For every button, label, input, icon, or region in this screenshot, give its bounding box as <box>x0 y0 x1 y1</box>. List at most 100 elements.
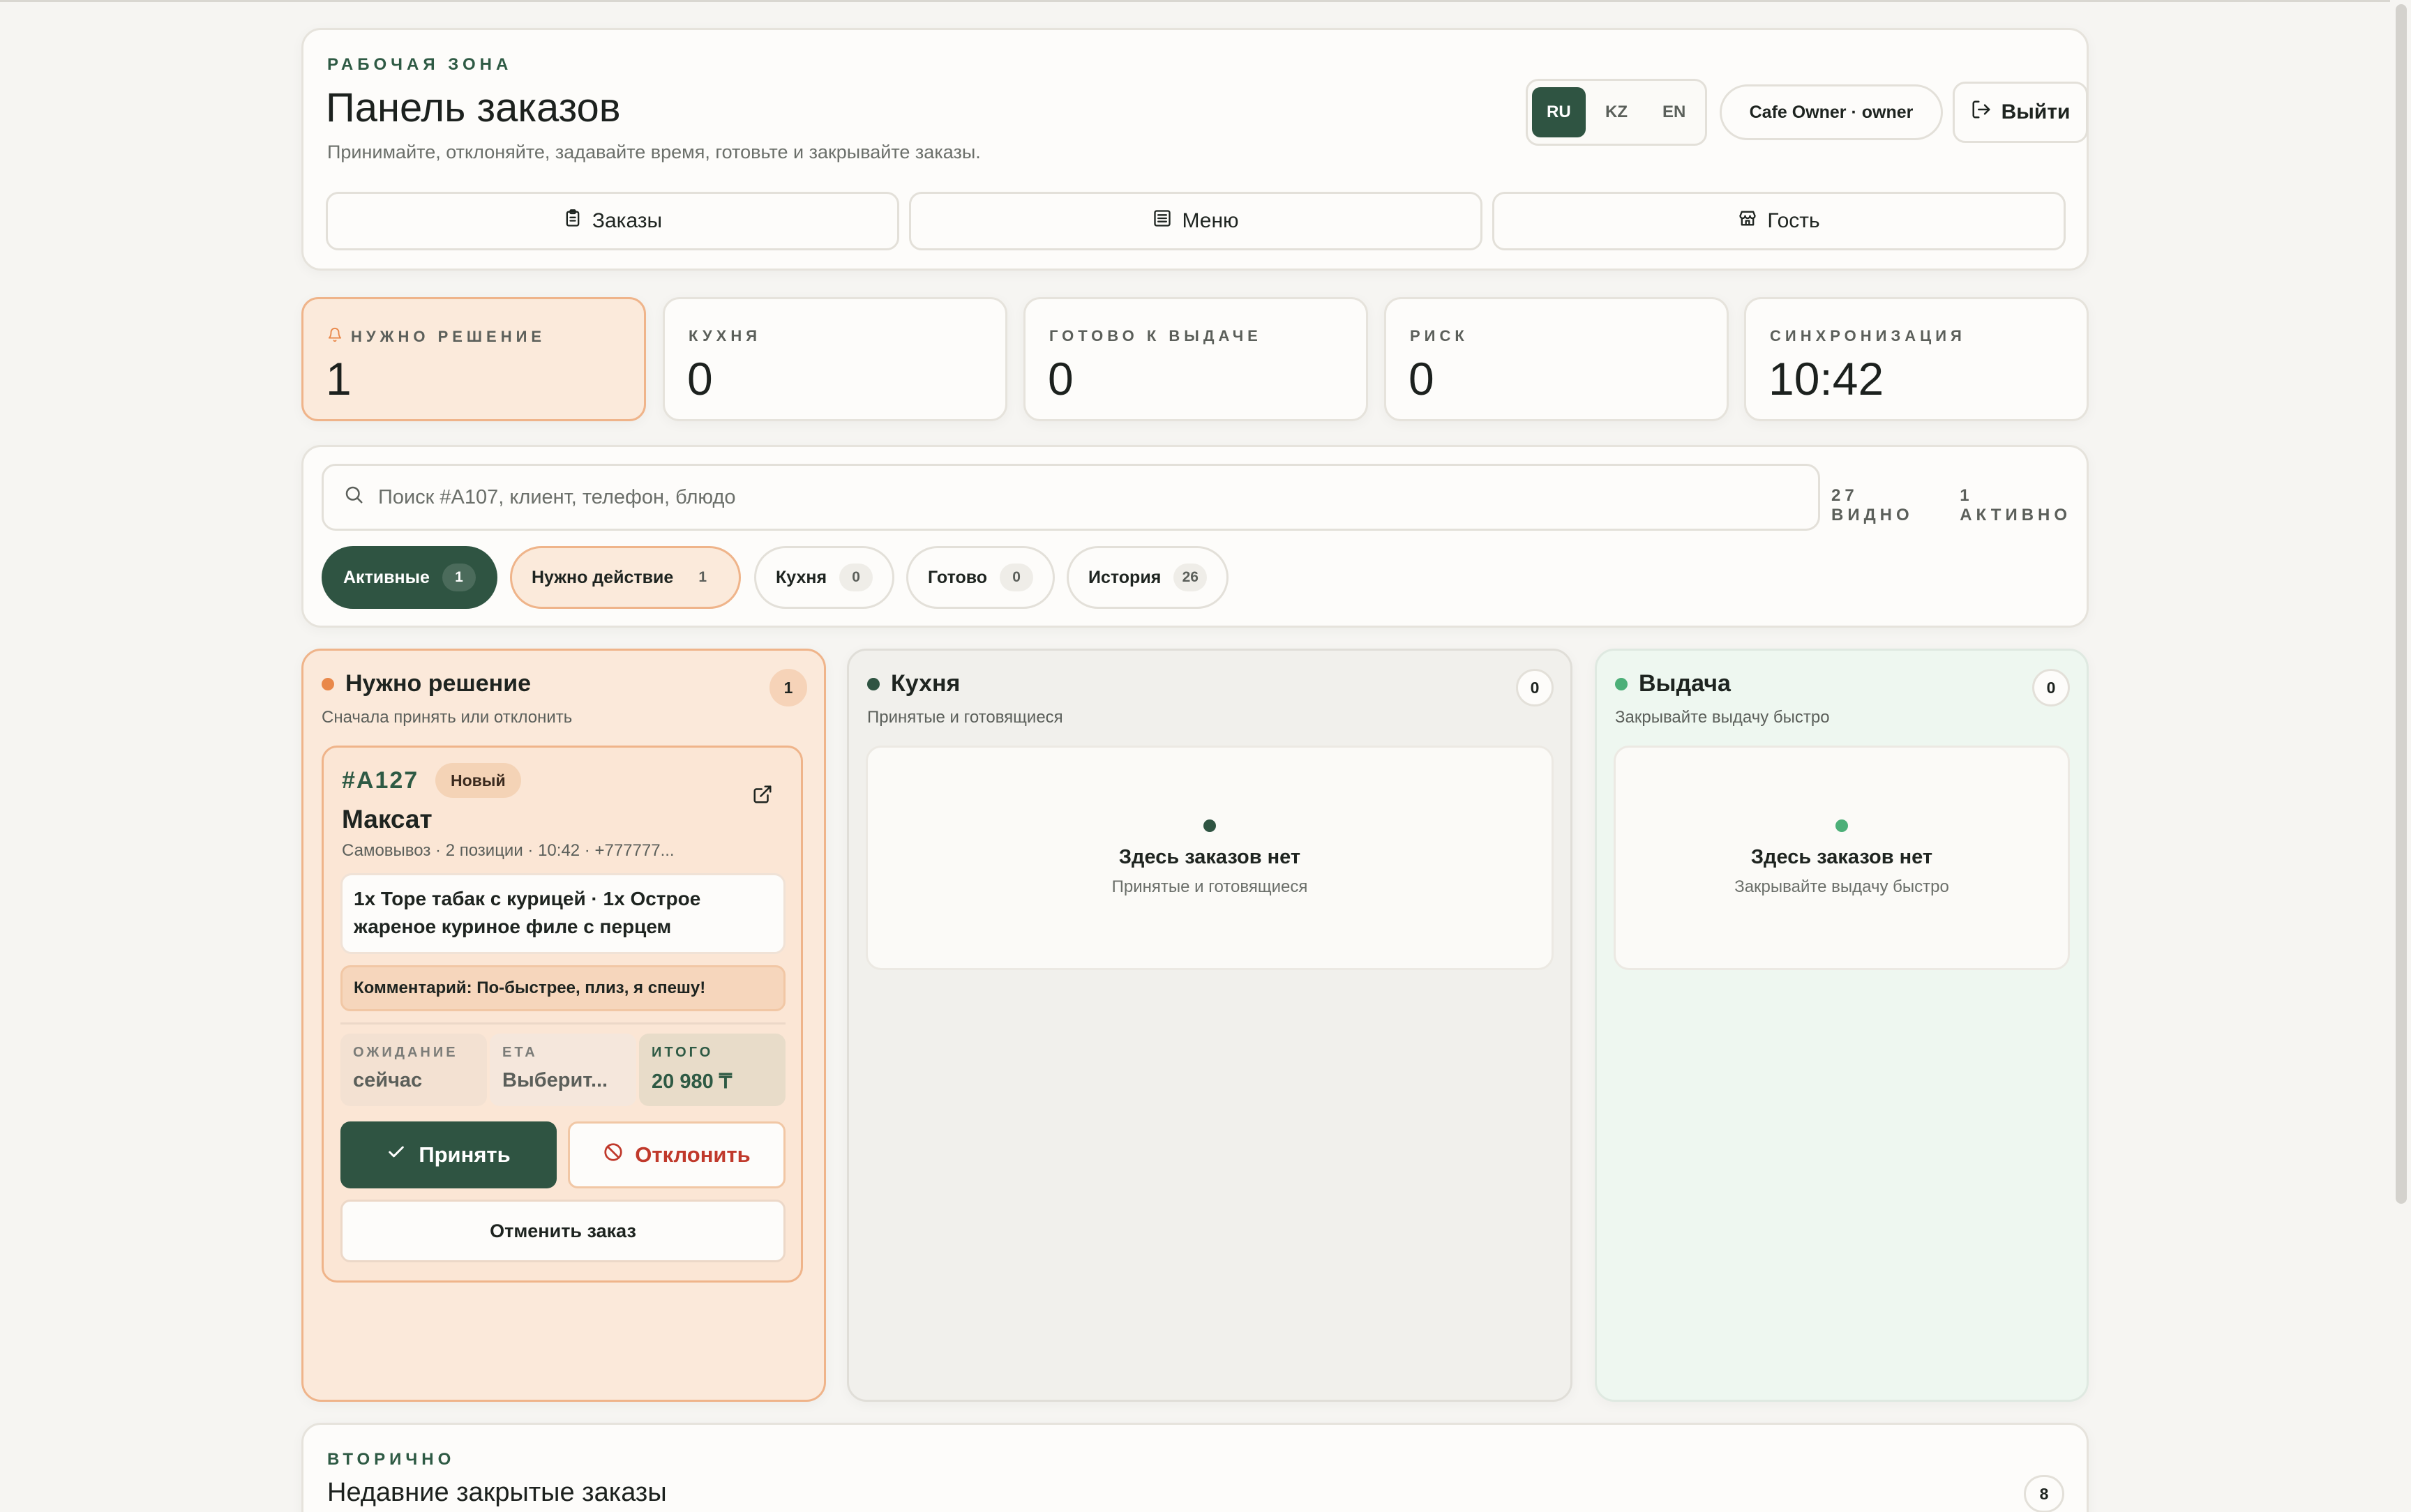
search-icon <box>343 484 364 511</box>
cancel-order-button[interactable]: Отменить заказ <box>340 1200 786 1262</box>
stat-label: РИСК <box>1410 327 1469 345</box>
empty-dot-icon <box>1203 819 1216 832</box>
logout-label: Выйти <box>2001 100 2071 123</box>
page-title: Панель заказов <box>326 85 621 130</box>
column-subtitle: Сначала принять или отклонить <box>322 708 573 727</box>
nav-menu-label: Меню <box>1182 209 1239 232</box>
metric-value: Выберит... <box>502 1069 608 1091</box>
metric-label: ЕТА <box>502 1045 538 1060</box>
column-title-text: Выдача <box>1639 670 1731 697</box>
filter-chip-kitchen[interactable]: Кухня 0 <box>754 546 895 609</box>
filter-chip-active[interactable]: Активные 1 <box>322 546 497 609</box>
reject-button[interactable]: Отклонить <box>568 1121 786 1188</box>
stat-label-text: НУЖНО РЕШЕНИЕ <box>351 328 546 345</box>
metric-wait: ОЖИДАНИЕ сейчас <box>340 1034 487 1106</box>
filter-chip-history[interactable]: История 26 <box>1067 546 1229 609</box>
lang-en-button[interactable]: EN <box>1647 87 1701 137</box>
filter-chip-ready[interactable]: Готово 0 <box>906 546 1056 609</box>
active-count: 1 АКТИВНО <box>1960 486 2072 524</box>
visible-count: 27 ВИДНО <box>1831 486 1914 524</box>
metric-value: 20 980 ₸ <box>652 1071 733 1093</box>
filter-panel: Поиск #A107, клиент, телефон, блюдо 27 В… <box>301 445 2089 628</box>
stat-label: КУХНЯ <box>689 327 762 345</box>
logout-button[interactable]: Выйти <box>1953 82 2088 143</box>
column-count: 0 <box>1516 669 1554 706</box>
chip-label: Готово <box>928 567 988 587</box>
nav-guest-label: Гость <box>1767 209 1820 232</box>
scrollbar-thumb[interactable] <box>2396 4 2407 1204</box>
stat-value: 0 <box>1048 353 1074 405</box>
ban-icon <box>603 1142 624 1168</box>
column-count: 1 <box>769 669 807 706</box>
lang-kz-button[interactable]: KZ <box>1590 87 1644 137</box>
nav-orders-label: Заказы <box>592 209 663 232</box>
column-needs-decision: Нужно решение Сначала принять или отклон… <box>301 649 826 1402</box>
stat-value: 0 <box>1409 353 1434 405</box>
nav-menu-button[interactable]: Меню <box>909 192 1482 250</box>
column-subtitle: Принятые и готовящиеся <box>867 708 1063 727</box>
user-badge[interactable]: Cafe Owner · owner <box>1720 84 1943 140</box>
empty-title: Здесь заказов нет <box>1118 845 1301 868</box>
bell-icon <box>327 327 343 347</box>
status-badge: Новый <box>435 763 521 798</box>
metric-value: сейчас <box>353 1069 423 1091</box>
status-dot-icon <box>322 677 334 690</box>
recent-count: 8 <box>2024 1475 2064 1512</box>
column-count: 0 <box>2032 669 2070 706</box>
column-title-text: Кухня <box>891 670 961 697</box>
chip-count: 1 <box>698 569 707 585</box>
result-counts: 27 ВИДНО 1 АКТИВНО <box>1831 486 2087 525</box>
scrollbar[interactable] <box>2390 0 2411 1512</box>
stat-ready: ГОТОВО К ВЫДАЧЕ 0 <box>1023 297 1368 421</box>
header-kicker: РАБОЧАЯ ЗОНА <box>327 55 513 74</box>
search-input[interactable]: Поиск #A107, клиент, телефон, блюдо <box>322 464 1820 531</box>
accept-button[interactable]: Принять <box>340 1121 557 1188</box>
chip-count: 0 <box>1000 564 1034 591</box>
recent-orders-panel: ВТОРИЧНО Недавние закрытые заказы 8 <box>301 1423 2089 1512</box>
filter-chip-needs-action[interactable]: Нужно действие 1 <box>510 546 742 609</box>
empty-title: Здесь заказов нет <box>1750 845 1933 868</box>
nav-guest-button[interactable]: Гость <box>1492 192 2066 250</box>
search-placeholder: Поиск #A107, клиент, телефон, блюдо <box>378 485 736 508</box>
lang-ru-button[interactable]: RU <box>1532 87 1586 137</box>
empty-subtitle: Принятые и готовящиеся <box>1111 877 1308 896</box>
reject-label: Отклонить <box>635 1142 751 1167</box>
order-comment: Комментарий: По-быстрее, плиз, я спешу! <box>340 965 786 1011</box>
empty-subtitle: Закрывайте выдачу быстро <box>1734 877 1949 896</box>
stat-risk: РИСК 0 <box>1384 297 1729 421</box>
check-icon <box>386 1142 406 1167</box>
column-title-text: Нужно решение <box>345 670 532 697</box>
stat-label: СИНХРОНИЗАЦИЯ <box>1770 327 1966 345</box>
stat-value: 0 <box>687 353 713 405</box>
column-subtitle: Закрывайте выдачу быстро <box>1615 708 1830 727</box>
chip-count: 1 <box>442 564 476 591</box>
column-kitchen: Кухня Принятые и готовящиеся 0 Здесь зак… <box>847 649 1572 1402</box>
external-link-icon[interactable] <box>752 784 773 808</box>
stat-label: ГОТОВО К ВЫДАЧЕ <box>1049 327 1262 345</box>
page-subtitle: Принимайте, отклоняйте, задавайте время,… <box>327 142 981 162</box>
stat-label: НУЖНО РЕШЕНИЕ <box>327 327 546 347</box>
column-title: Выдача <box>1615 670 1731 697</box>
metric-eta[interactable]: ЕТА Выберит... <box>490 1034 636 1106</box>
column-title: Кухня <box>867 670 960 697</box>
metric-label: ИТОГО <box>652 1045 714 1060</box>
stat-kitchen: КУХНЯ 0 <box>663 297 1007 421</box>
empty-state: Здесь заказов нет Принятые и готовящиеся <box>866 746 1554 970</box>
chip-label: Активные <box>343 567 430 587</box>
header-panel: РАБОЧАЯ ЗОНА Панель заказов Принимайте, … <box>301 28 2089 271</box>
order-card[interactable]: #A127 Новый Максат Самовывоз · 2 позиции… <box>322 746 803 1283</box>
stat-sync: СИНХРОНИЗАЦИЯ 10:42 <box>1744 297 2089 421</box>
divider <box>340 1022 786 1025</box>
stat-value: 1 <box>326 353 352 405</box>
empty-state: Здесь заказов нет Закрывайте выдачу быст… <box>1614 746 2070 970</box>
window-top-border <box>0 0 2411 2</box>
recent-kicker: ВТОРИЧНО <box>327 1450 456 1469</box>
order-meta: Самовывоз · 2 позиции · 10:42 · +777777.… <box>342 841 675 860</box>
store-icon <box>1738 209 1757 234</box>
nav-orders-button[interactable]: Заказы <box>326 192 899 250</box>
stat-value: 10:42 <box>1768 353 1884 405</box>
empty-dot-icon <box>1835 819 1848 832</box>
column-pickup: Выдача Закрывайте выдачу быстро 0 Здесь … <box>1595 649 2089 1402</box>
chip-label: Нужно действие <box>532 567 674 587</box>
chip-count: 0 <box>839 564 873 591</box>
